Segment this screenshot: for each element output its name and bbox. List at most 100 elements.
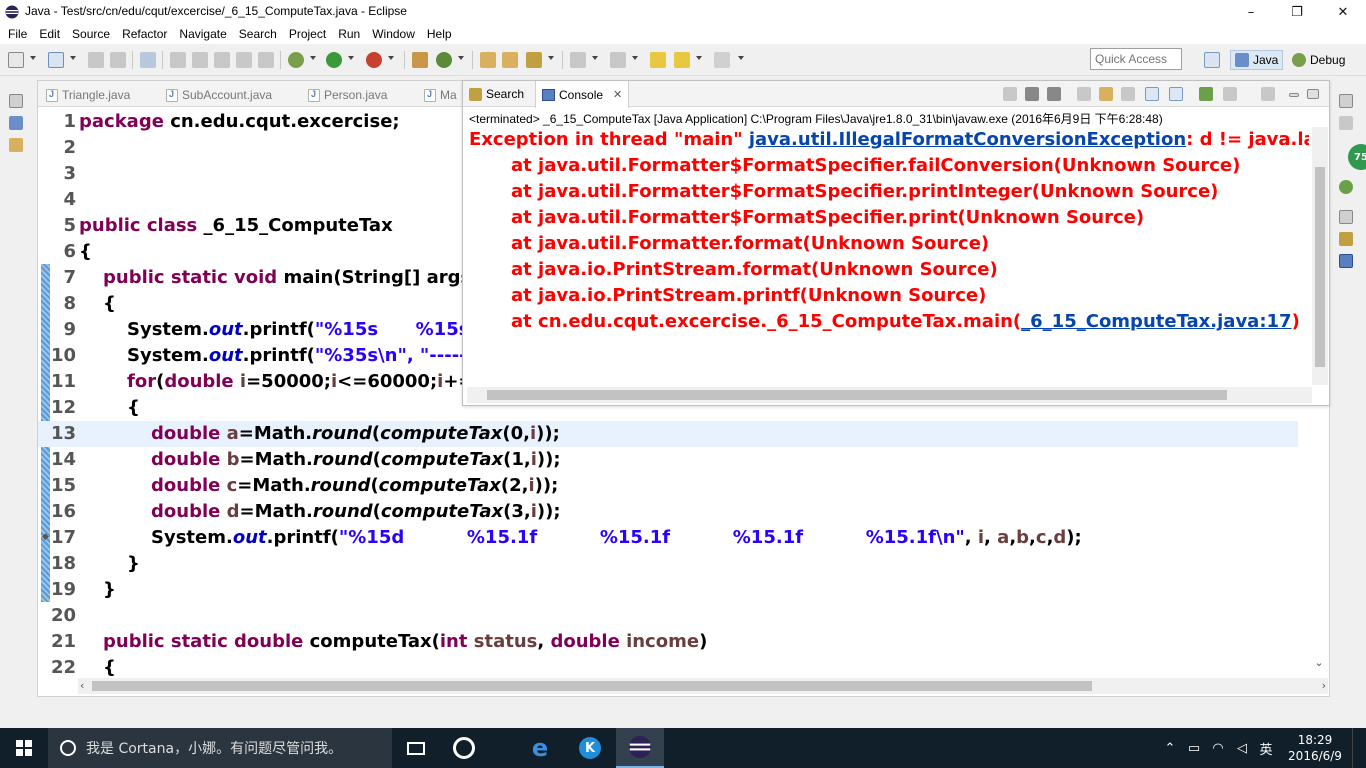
new-package-dropdown-icon[interactable] xyxy=(70,56,76,60)
annotation-next-dropdown-icon[interactable] xyxy=(592,56,598,60)
debug-dropdown-icon[interactable] xyxy=(310,56,316,60)
minimize-view-icon[interactable] xyxy=(1289,93,1299,97)
start-button[interactable] xyxy=(0,728,48,768)
tab-triangle-java[interactable]: Triangle.java xyxy=(46,85,130,105)
show-on-stderr-icon[interactable] xyxy=(1169,87,1183,101)
new-icon[interactable] xyxy=(8,52,24,68)
console-vertical-scrollbar[interactable] xyxy=(1312,127,1328,385)
save-icon[interactable] xyxy=(88,52,104,68)
menu-refactor[interactable]: Refactor xyxy=(116,24,173,44)
search-icon[interactable] xyxy=(526,52,542,68)
restore-bottom-icon[interactable] xyxy=(1339,210,1353,224)
menu-run[interactable]: Run xyxy=(332,24,366,44)
new-class-icon[interactable] xyxy=(436,52,452,68)
word-wrap-icon[interactable] xyxy=(1121,87,1135,101)
open-task-icon[interactable] xyxy=(502,52,518,68)
remove-launch-icon[interactable] xyxy=(1025,87,1039,101)
perspective-java[interactable]: Java xyxy=(1230,50,1284,70)
terminate-console-icon[interactable] xyxy=(1003,87,1017,101)
open-console-icon[interactable] xyxy=(1261,87,1275,101)
console-view-icon[interactable] xyxy=(1339,254,1353,268)
tab-main-java[interactable]: Ma xyxy=(424,85,457,105)
menu-file[interactable]: File xyxy=(2,24,33,44)
menu-edit[interactable]: Edit xyxy=(33,24,66,44)
resume-icon[interactable] xyxy=(170,52,186,68)
restore-right-icon[interactable] xyxy=(1339,94,1353,108)
display-console-icon[interactable] xyxy=(1223,87,1237,101)
clock[interactable]: 18:29 2016/6/9 xyxy=(1278,732,1352,764)
scrollbar-thumb[interactable] xyxy=(92,681,1092,691)
scroll-lock-icon[interactable] xyxy=(1099,87,1113,101)
show-desktop-button[interactable] xyxy=(1352,728,1366,768)
package-explorer-icon[interactable] xyxy=(9,116,23,130)
back-dropdown-icon[interactable] xyxy=(696,56,702,60)
save-all-icon[interactable] xyxy=(110,52,126,68)
tab-console[interactable]: Console ✕ xyxy=(535,81,630,108)
run-dropdown-icon[interactable] xyxy=(348,56,354,60)
taskbar-app-1[interactable] xyxy=(440,728,488,768)
last-edit-icon[interactable] xyxy=(650,52,666,68)
menu-search[interactable]: Search xyxy=(233,24,283,44)
editor-vscroll-down[interactable]: ⌄ xyxy=(1311,656,1327,676)
search-dropdown-icon[interactable] xyxy=(548,56,554,60)
minimize-button[interactable]: – xyxy=(1228,0,1274,24)
terminate-icon[interactable] xyxy=(214,52,230,68)
console-output[interactable]: Exception in thread "main" java.util.Ill… xyxy=(469,127,1309,383)
taskbar-app-k[interactable]: K xyxy=(566,728,614,768)
outline-icon[interactable] xyxy=(1339,180,1353,194)
annotation-prev-icon[interactable] xyxy=(610,52,626,68)
editor-horizontal-scrollbar[interactable]: ‹ › xyxy=(78,678,1328,694)
restore-icon[interactable] xyxy=(9,94,23,108)
menu-project[interactable]: Project xyxy=(283,24,332,44)
maximize-view-icon[interactable] xyxy=(1307,89,1319,99)
task-list-icon[interactable] xyxy=(1339,116,1353,130)
chevron-up-icon[interactable]: ⌃ xyxy=(1158,741,1182,756)
menu-window[interactable]: Window xyxy=(366,24,421,44)
tab-subaccount-java[interactable]: SubAccount.java xyxy=(166,85,272,105)
show-on-stdout-icon[interactable] xyxy=(1145,87,1159,101)
new-package-icon[interactable] xyxy=(48,52,64,68)
new-java-project-icon[interactable] xyxy=(412,52,428,68)
suspend-icon[interactable] xyxy=(192,52,208,68)
forward-dropdown-icon[interactable] xyxy=(738,56,744,60)
cortana-search-box[interactable]: 我是 Cortana，小娜。有问题尽管问我。 xyxy=(48,728,392,768)
scrollbar-thumb[interactable] xyxy=(487,390,1227,400)
search-view-icon[interactable] xyxy=(1339,232,1353,246)
open-perspective-icon[interactable] xyxy=(1204,52,1220,68)
tab-search[interactable]: Search xyxy=(463,81,530,107)
battery-icon[interactable]: ▭ xyxy=(1182,741,1206,756)
wifi-icon[interactable]: ◠ xyxy=(1206,741,1230,756)
task-view-button[interactable] xyxy=(392,728,440,768)
volume-icon[interactable]: ◁ xyxy=(1230,741,1254,756)
run-icon[interactable] xyxy=(326,52,342,68)
tab-person-java[interactable]: Person.java xyxy=(308,85,387,105)
pin-console-icon[interactable] xyxy=(1199,87,1213,101)
type-hierarchy-icon[interactable] xyxy=(9,138,23,152)
menu-help[interactable]: Help xyxy=(421,24,458,44)
menu-source[interactable]: Source xyxy=(66,24,116,44)
external-tools-dropdown-icon[interactable] xyxy=(388,56,394,60)
close-tab-icon[interactable]: ✕ xyxy=(613,88,622,101)
remove-all-launches-icon[interactable] xyxy=(1047,87,1061,101)
annotation-next-icon[interactable] xyxy=(570,52,586,68)
scrollbar-thumb[interactable] xyxy=(1315,167,1325,367)
close-button[interactable]: ✕ xyxy=(1320,0,1366,24)
debug-icon[interactable] xyxy=(288,52,304,68)
step-over-icon[interactable] xyxy=(258,52,274,68)
external-tools-icon[interactable] xyxy=(366,52,382,68)
step-into-icon[interactable] xyxy=(236,52,252,68)
warning-marker-icon[interactable]: ◆ xyxy=(42,532,50,542)
menu-navigate[interactable]: Navigate xyxy=(173,24,232,44)
taskbar-eclipse[interactable] xyxy=(616,728,664,768)
console-horizontal-scrollbar[interactable] xyxy=(467,387,1312,403)
maximize-button[interactable]: ❐ xyxy=(1274,0,1320,24)
forward-icon[interactable] xyxy=(714,52,730,68)
scroll-right-icon[interactable]: › xyxy=(1322,678,1326,694)
skip-breakpoints-icon[interactable] xyxy=(140,52,156,68)
exception-link[interactable]: java.util.IllegalFormatConversionExcepti… xyxy=(749,129,1186,150)
clear-console-icon[interactable] xyxy=(1077,87,1091,101)
back-icon[interactable] xyxy=(674,52,690,68)
source-link[interactable]: _6_15_ComputeTax.java:17 xyxy=(1021,311,1291,332)
open-type-icon[interactable] xyxy=(480,52,496,68)
taskbar-edge[interactable]: e xyxy=(516,728,564,768)
